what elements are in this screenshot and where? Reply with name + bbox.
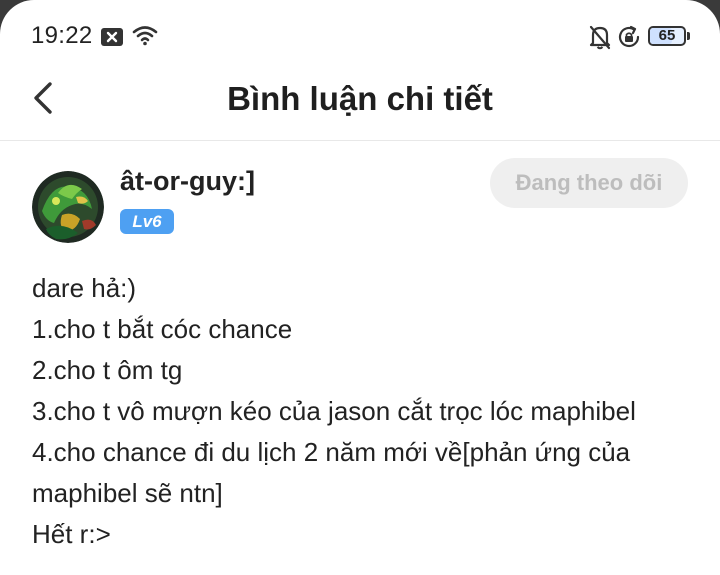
comment-line: Hết r:>	[32, 519, 111, 549]
battery-tip	[687, 32, 690, 40]
comment-line: dare hả:)	[32, 273, 137, 303]
author-name[interactable]: ât-or-guy:]	[120, 166, 255, 197]
wifi-icon	[132, 26, 158, 46]
battery-percent: 65	[658, 27, 676, 44]
close-notification-icon	[101, 28, 123, 46]
comment-line: 3.cho t vô mượn kéo của jason cắt trọc l…	[32, 396, 636, 426]
battery-icon: 65	[648, 26, 686, 46]
page-title: Bình luận chi tiết	[227, 80, 493, 117]
rotation-lock-icon	[618, 25, 640, 48]
comment-line: 1.cho t bắt cóc chance	[32, 314, 293, 344]
avatar-image	[32, 171, 104, 243]
status-bar: 19:22 65	[0, 0, 720, 72]
avatar[interactable]	[32, 171, 104, 243]
screen: 19:22 65 Bình luận chi tiết ât-or-guy:] …	[0, 0, 720, 575]
comment-line: 4.cho chance đi du lịch 2 năm mới về[phả…	[32, 437, 631, 467]
bell-off-icon	[589, 25, 611, 50]
status-time: 19:22	[31, 22, 93, 49]
comment-line: maphibel sẽ ntn]	[32, 478, 223, 508]
nav-bar: Bình luận chi tiết	[0, 72, 720, 141]
comment-line: 2.cho t ôm tg	[32, 355, 183, 385]
level-badge: Lv6	[120, 209, 174, 234]
comment-body: dare hả:) 1.cho t bắt cóc chance 2.cho t…	[32, 268, 702, 555]
follow-button[interactable]: Đang theo dõi	[490, 158, 688, 208]
